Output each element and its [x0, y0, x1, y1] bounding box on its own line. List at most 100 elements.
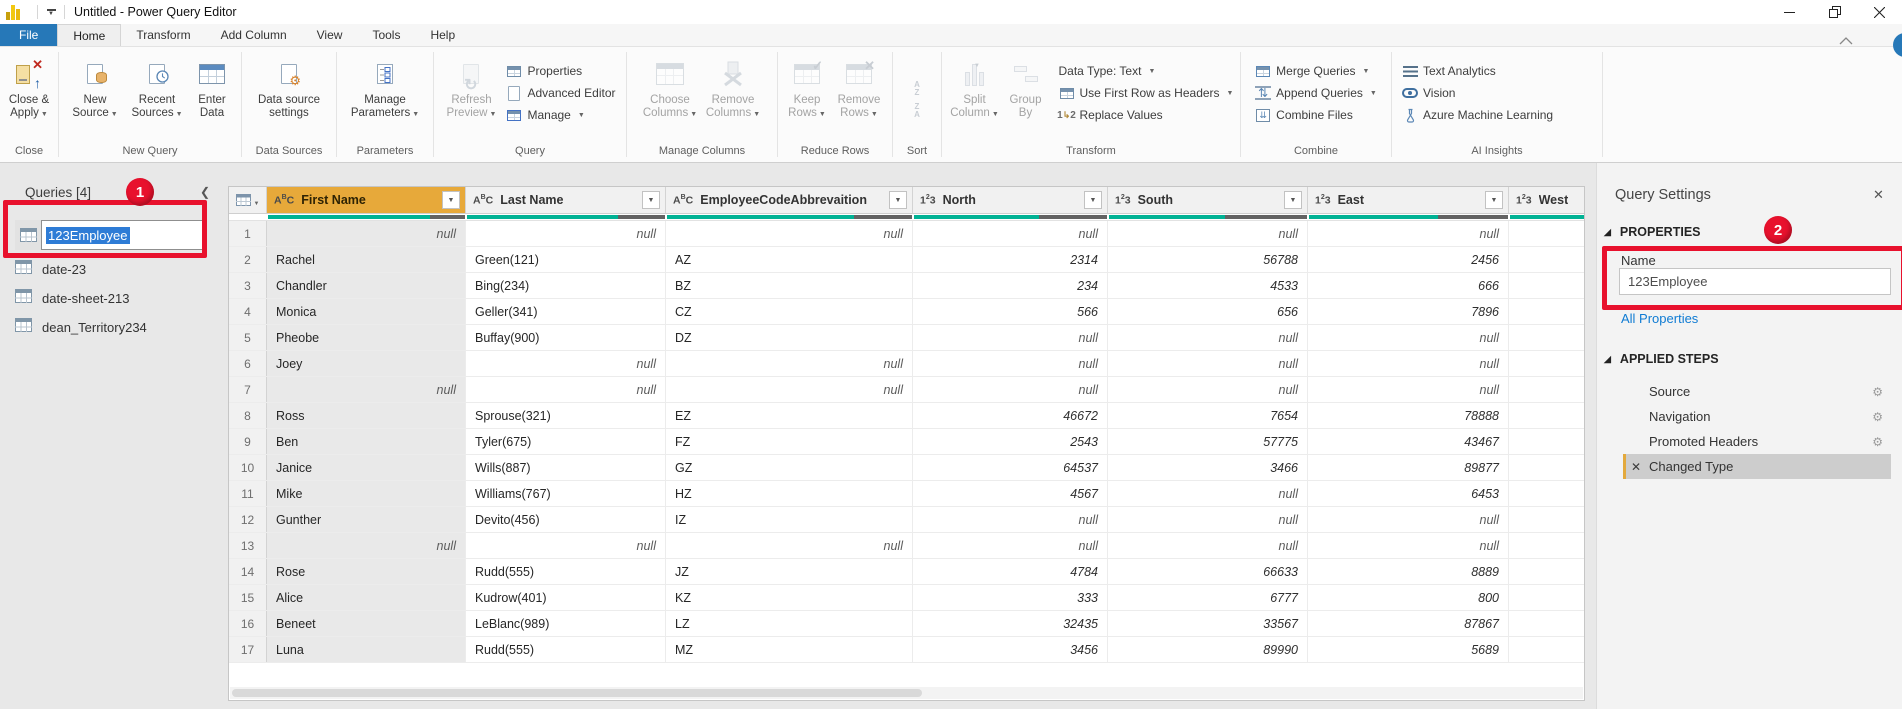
table-cell[interactable]: IZ [666, 507, 913, 532]
tab-transform[interactable]: Transform [121, 24, 205, 46]
column-header-last-name[interactable]: ABC Last Name ▼ [466, 187, 666, 213]
table-cell[interactable]: AZ [666, 247, 913, 272]
table-cell[interactable]: 2456 [1308, 247, 1509, 272]
table-cell[interactable]: null [913, 351, 1108, 376]
filter-dropdown-icon[interactable]: ▼ [642, 191, 660, 209]
gear-icon[interactable]: ⚙ [1872, 385, 1883, 399]
use-first-row-as-headers-button[interactable]: Use First Row as Headers ▼ [1059, 82, 1233, 104]
data-source-settings-button[interactable]: ⚙ Data source settings [254, 54, 324, 120]
restore-button[interactable] [1812, 0, 1857, 24]
table-cell[interactable]: Buffay(900) [466, 325, 666, 350]
tab-home[interactable]: Home [57, 24, 122, 46]
table-cell[interactable]: 4784 [913, 559, 1108, 584]
table-cell[interactable] [1509, 273, 1584, 298]
table-cell[interactable]: Wills(887) [466, 455, 666, 480]
close-apply-button[interactable]: ✕ ↑ Close & Apply ▼ [2, 54, 56, 121]
row-number[interactable]: 10 [229, 455, 267, 480]
scrollbar-thumb[interactable] [232, 689, 922, 697]
table-cell[interactable]: 666 [1308, 273, 1509, 298]
table-cell[interactable]: null [466, 221, 666, 246]
close-window-button[interactable] [1857, 0, 1902, 24]
table-cell[interactable]: 64537 [913, 455, 1108, 480]
column-header-west[interactable]: 123West▼ [1509, 187, 1584, 213]
query-item-date-sheet-213[interactable]: date-sheet-213 [15, 285, 129, 311]
table-cell[interactable]: 89877 [1308, 455, 1509, 480]
column-header-east[interactable]: 123 East ▼ [1308, 187, 1509, 213]
table-cell[interactable] [1509, 325, 1584, 350]
replace-values-button[interactable]: 1 ↳ 2 Replace Values [1057, 104, 1234, 126]
table-cell[interactable]: null [913, 533, 1108, 558]
keep-rows-button[interactable]: ✓ Keep Rows ▼ [784, 54, 830, 121]
properties-button[interactable]: Properties [506, 60, 615, 82]
advanced-editor-button[interactable]: Advanced Editor [506, 82, 616, 104]
table-cell[interactable]: Geller(341) [466, 299, 666, 324]
row-number[interactable]: 14 [229, 559, 267, 584]
table-cell[interactable]: 66633 [1108, 559, 1308, 584]
collapse-ribbon-chevron-icon[interactable] [1838, 32, 1854, 50]
query-item-date-23[interactable]: date-23 [15, 256, 86, 282]
group-by-button[interactable]: Group By [1003, 54, 1049, 120]
column-header-first-name[interactable]: ABC First Name ▼ [267, 187, 466, 213]
close-panel-icon[interactable]: ✕ [1873, 187, 1884, 203]
filter-dropdown-icon[interactable]: ▼ [1485, 191, 1503, 209]
table-cell[interactable] [1509, 403, 1584, 428]
table-cell[interactable] [1509, 221, 1584, 246]
table-cell[interactable]: null [666, 221, 913, 246]
table-cell[interactable]: Sprouse(321) [466, 403, 666, 428]
append-queries-button[interactable]: ⇅ Append Queries ▼ [1255, 82, 1377, 104]
table-cell[interactable] [1509, 455, 1584, 480]
table-cell[interactable]: null [913, 377, 1108, 402]
table-cell[interactable]: Rose [267, 559, 466, 584]
table-cell[interactable]: null [1308, 533, 1509, 558]
table-cell[interactable]: Beneet [267, 611, 466, 636]
row-number[interactable]: 9 [229, 429, 267, 454]
applied-steps-section-header[interactable]: ◢ APPLIED STEPS [1604, 352, 1719, 366]
table-cell[interactable]: 89990 [1108, 637, 1308, 662]
table-cell[interactable]: LeBlanc(989) [466, 611, 666, 636]
table-cell[interactable]: null [466, 351, 666, 376]
table-cell[interactable]: 7896 [1308, 299, 1509, 324]
row-number[interactable]: 3 [229, 273, 267, 298]
table-cell[interactable]: 87867 [1308, 611, 1509, 636]
table-cell[interactable]: FZ [666, 429, 913, 454]
table-cell[interactable]: null [666, 351, 913, 376]
sort-ascending-icon[interactable]: AZ [914, 80, 920, 97]
table-cell[interactable]: 4533 [1108, 273, 1308, 298]
table-cell[interactable]: null [1308, 325, 1509, 350]
table-cell[interactable]: GZ [666, 455, 913, 480]
table-cell[interactable] [1509, 299, 1584, 324]
table-cell[interactable]: 57775 [1108, 429, 1308, 454]
table-cell[interactable] [1509, 611, 1584, 636]
text-analytics-button[interactable]: Text Analytics [1402, 60, 1553, 82]
table-cell[interactable]: null [267, 221, 466, 246]
table-cell[interactable]: null [913, 221, 1108, 246]
table-cell[interactable]: null [1308, 351, 1509, 376]
table-cell[interactable] [1509, 429, 1584, 454]
table-cell[interactable]: 6453 [1308, 481, 1509, 506]
table-cell[interactable]: null [1108, 377, 1308, 402]
tab-file[interactable]: File [0, 24, 58, 46]
table-cell[interactable]: null [666, 377, 913, 402]
table-cell[interactable]: Ross [267, 403, 466, 428]
table-cell[interactable]: 4567 [913, 481, 1108, 506]
table-cell[interactable]: 656 [1108, 299, 1308, 324]
row-number[interactable]: 6 [229, 351, 267, 376]
column-header-south[interactable]: 123 South ▼ [1108, 187, 1308, 213]
delete-step-icon[interactable]: ✕ [1631, 460, 1641, 474]
choose-columns-button[interactable]: Choose Columns ▼ [640, 54, 700, 121]
enter-data-button[interactable]: Enter Data [190, 54, 234, 120]
table-cell[interactable]: 43467 [1308, 429, 1509, 454]
remove-rows-button[interactable]: ✕ Remove Rows ▼ [832, 54, 886, 121]
table-cell[interactable]: null [1308, 221, 1509, 246]
table-cell[interactable]: 7654 [1108, 403, 1308, 428]
table-cell[interactable]: Green(121) [466, 247, 666, 272]
table-cell[interactable]: EZ [666, 403, 913, 428]
properties-section-header[interactable]: ◢ PROPERTIES [1604, 225, 1701, 239]
number-type-icon[interactable]: 123 [1315, 194, 1331, 207]
table-cell[interactable]: 3466 [1108, 455, 1308, 480]
table-cell[interactable] [1509, 585, 1584, 610]
table-cell[interactable]: null [1108, 533, 1308, 558]
row-number[interactable]: 15 [229, 585, 267, 610]
table-cell[interactable]: CZ [666, 299, 913, 324]
table-cell[interactable]: Rudd(555) [466, 637, 666, 662]
